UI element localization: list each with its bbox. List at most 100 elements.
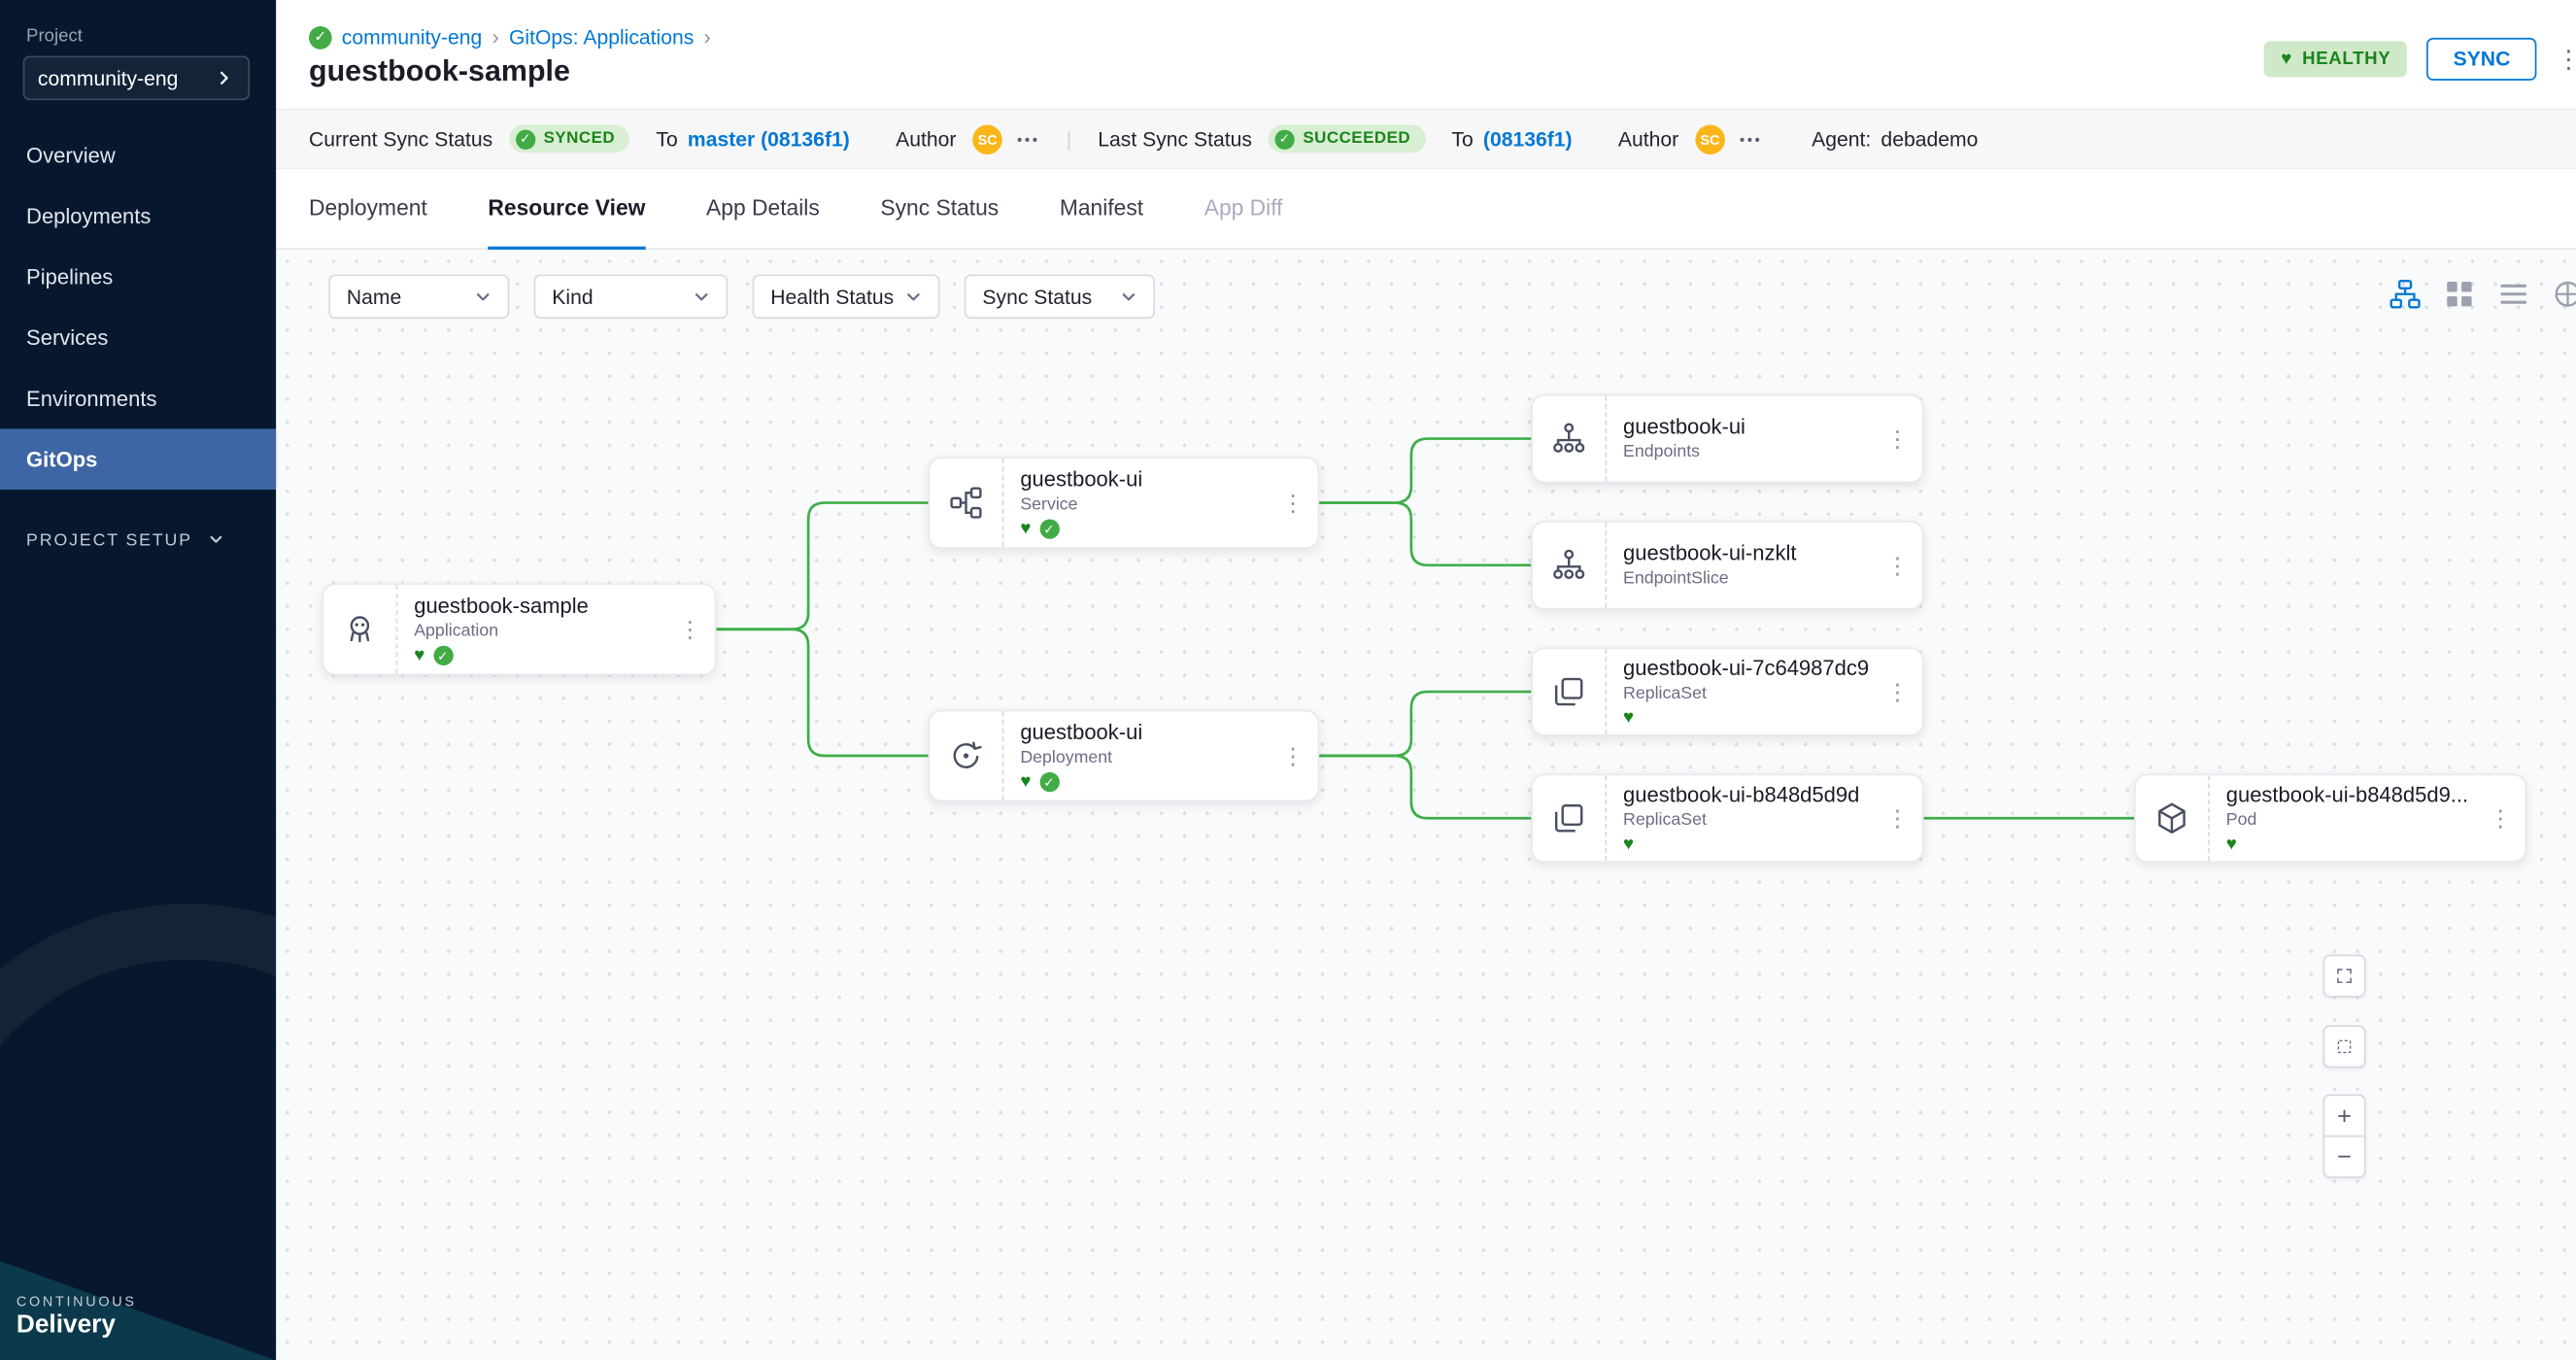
- project-setup-toggle[interactable]: PROJECT SETUP: [26, 529, 226, 551]
- healthy-icon: ♥: [414, 647, 424, 665]
- sidebar-item-label: GitOps: [26, 447, 97, 471]
- healthy-icon: ♥: [2226, 835, 2237, 854]
- tab-sync-status[interactable]: Sync Status: [880, 169, 999, 250]
- filter-label: Sync Status: [982, 285, 1092, 308]
- clipped-edge-icon[interactable]: [2552, 278, 2576, 311]
- check-circle-icon: ✓: [1275, 129, 1295, 149]
- synced-icon: ✓: [1039, 519, 1059, 538]
- filter-sync-status[interactable]: Sync Status: [965, 274, 1155, 319]
- grid-view-icon[interactable]: [2443, 278, 2476, 311]
- breadcrumb-applications-link[interactable]: GitOps: Applications: [509, 25, 694, 49]
- node-menu-icon[interactable]: ⋮: [1882, 425, 1922, 453]
- zoom-out-button[interactable]: −: [2323, 1136, 2366, 1178]
- replicaset-icon: [1533, 775, 1607, 861]
- author-avatar[interactable]: SC: [1695, 124, 1724, 153]
- succeeded-badge: ✓ SUCCEEDED: [1269, 125, 1426, 153]
- tab-resource-view[interactable]: Resource View: [488, 169, 645, 250]
- tab-app-details[interactable]: App Details: [706, 169, 820, 250]
- filter-kind[interactable]: Kind: [534, 274, 729, 319]
- page-title: guestbook-sample: [309, 54, 570, 89]
- node-body: guestbook-ui-b848d5d9d ReplicaSet ♥: [1607, 782, 1882, 854]
- node-menu-icon[interactable]: ⋮: [2486, 804, 2525, 833]
- view-mode-switcher: [2389, 278, 2576, 311]
- node-kind: ReplicaSet: [1623, 810, 1873, 832]
- node-status: ♥ ✓: [1020, 519, 1268, 538]
- node-menu-icon[interactable]: ⋮: [1278, 742, 1318, 770]
- sync-button[interactable]: SYNC: [2427, 38, 2537, 81]
- sidebar-item-gitops[interactable]: GitOps: [0, 428, 276, 490]
- chevron-down-icon: [1117, 285, 1140, 308]
- divider: |: [1067, 127, 1071, 151]
- app-window: Project community-eng Overview Deploymen…: [0, 0, 2576, 1360]
- author-more-icon[interactable]: •••: [1740, 130, 1763, 147]
- author-label: Author: [896, 127, 956, 151]
- synced-icon: ✓: [1039, 772, 1059, 792]
- service-icon: [930, 459, 1003, 547]
- node-menu-icon[interactable]: ⋮: [675, 615, 715, 643]
- gitops-app-icon: ✓: [309, 25, 332, 49]
- sidebar-item-services[interactable]: Services: [0, 307, 276, 368]
- node-body: guestbook-sample Application ♥ ✓: [397, 594, 675, 665]
- application-icon: [323, 585, 397, 673]
- node-replicaset-2[interactable]: guestbook-ui-b848d5d9d ReplicaSet ♥ ⋮: [1531, 774, 1923, 863]
- author-more-icon[interactable]: •••: [1017, 130, 1040, 147]
- filter-health-status[interactable]: Health Status: [753, 274, 940, 319]
- fit-selection-button[interactable]: [2323, 1025, 2366, 1068]
- tree-view-icon[interactable]: [2389, 278, 2422, 311]
- last-sync-label: Last Sync Status: [1098, 127, 1252, 151]
- breadcrumb-project-link[interactable]: community-eng: [342, 25, 483, 49]
- node-pod[interactable]: guestbook-ui-b848d5d9... Pod ♥ ⋮: [2134, 774, 2526, 863]
- tab-deployment[interactable]: Deployment: [309, 169, 427, 250]
- endpointslice-icon: [1533, 523, 1607, 608]
- node-menu-icon[interactable]: ⋮: [1278, 489, 1318, 517]
- node-status: ♥: [2226, 834, 2476, 854]
- node-title: guestbook-ui: [1020, 466, 1268, 493]
- fullscreen-button[interactable]: [2323, 955, 2366, 998]
- node-service[interactable]: guestbook-ui Service ♥ ✓ ⋮: [929, 457, 1320, 549]
- check-circle-icon: ✓: [516, 129, 535, 149]
- synced-icon: ✓: [433, 646, 453, 665]
- node-kind: Pod: [2226, 810, 2476, 832]
- node-replicaset-1[interactable]: guestbook-ui-7c64987dc9 ReplicaSet ♥ ⋮: [1531, 647, 1923, 735]
- health-status-badge: ♥ HEALTHY: [2264, 41, 2407, 77]
- sidebar-item-deployments[interactable]: Deployments: [0, 186, 276, 247]
- node-menu-icon[interactable]: ⋮: [1882, 551, 1922, 579]
- project-selector[interactable]: community-eng: [23, 56, 250, 101]
- node-endpoints[interactable]: guestbook-ui Endpoints ⋮: [1531, 394, 1923, 483]
- node-menu-icon[interactable]: ⋮: [1882, 804, 1922, 833]
- sidebar-item-overview[interactable]: Overview: [0, 125, 276, 187]
- zoom-in-button[interactable]: +: [2323, 1094, 2366, 1137]
- heart-icon: ♥: [2281, 51, 2292, 69]
- app-tabs: Deployment Resource View App Details Syn…: [276, 169, 2576, 250]
- node-body: guestbook-ui Endpoints: [1607, 414, 1882, 463]
- node-deployment[interactable]: guestbook-ui Deployment ♥ ✓ ⋮: [929, 710, 1320, 802]
- header-menu-icon[interactable]: ⋮: [2557, 45, 2573, 74]
- node-endpointslice[interactable]: guestbook-ui-nzklt EndpointSlice ⋮: [1531, 521, 1923, 609]
- author-avatar[interactable]: SC: [972, 124, 1001, 153]
- node-kind: Deployment: [1020, 748, 1268, 769]
- chevron-right-icon: [214, 67, 235, 88]
- node-menu-icon[interactable]: ⋮: [1882, 678, 1922, 706]
- filter-name[interactable]: Name: [328, 274, 509, 319]
- node-kind: Application: [414, 621, 665, 642]
- health-badge-label: HEALTHY: [2302, 50, 2390, 69]
- sidebar-item-environments[interactable]: Environments: [0, 368, 276, 429]
- node-title: guestbook-ui-b848d5d9...: [2226, 782, 2476, 808]
- chevron-down-icon: [902, 285, 926, 308]
- node-body: guestbook-ui-nzklt EndpointSlice: [1607, 540, 1882, 590]
- breadcrumb: ✓ community-eng › GitOps: Applications ›: [309, 24, 711, 49]
- resource-tree-canvas[interactable]: Name Kind Health Status Sync Status: [276, 250, 2576, 1360]
- list-view-icon[interactable]: [2497, 278, 2530, 311]
- tab-app-diff: App Diff: [1204, 169, 1283, 250]
- current-sync-label: Current Sync Status: [309, 127, 492, 151]
- node-application[interactable]: guestbook-sample Application ♥ ✓ ⋮: [322, 583, 717, 675]
- sidebar-item-pipelines[interactable]: Pipelines: [0, 247, 276, 308]
- pod-icon: [2136, 775, 2210, 861]
- chevron-down-icon: [471, 285, 494, 308]
- healthy-icon: ♥: [1020, 520, 1031, 538]
- last-target-revision[interactable]: (08136f1): [1483, 127, 1573, 151]
- breadcrumb-separator: ›: [703, 24, 710, 49]
- sidebar-item-label: Deployments: [26, 204, 151, 228]
- tab-manifest[interactable]: Manifest: [1060, 169, 1143, 250]
- current-target-revision[interactable]: master (08136f1): [688, 127, 850, 151]
